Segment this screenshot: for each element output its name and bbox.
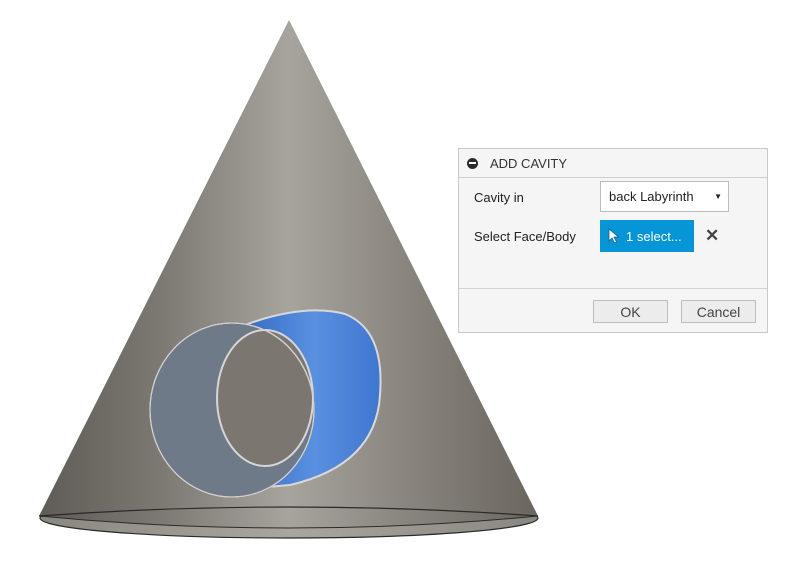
dialog-header[interactable]: ADD CAVITY [459, 149, 767, 178]
cavity-in-dropdown[interactable]: back Labyrinth ▼ [600, 181, 729, 212]
chevron-down-icon: ▼ [714, 192, 722, 201]
cavity-in-value: back Labyrinth [609, 189, 694, 204]
collapse-icon[interactable] [467, 157, 478, 169]
select-face-row: Select Face/Body 1 select... ✕ [459, 220, 767, 252]
close-icon[interactable]: ✕ [705, 226, 719, 246]
ok-button[interactable]: OK [593, 300, 668, 323]
cancel-button[interactable]: Cancel [681, 300, 756, 323]
selection-count: 1 select... [626, 228, 682, 244]
selection-button[interactable]: 1 select... [600, 220, 694, 252]
cavity-in-row: Cavity in back Labyrinth ▼ [459, 181, 767, 213]
dialog-title: ADD CAVITY [490, 155, 568, 171]
cursor-arrow-icon [608, 228, 620, 244]
add-cavity-dialog: ADD CAVITY Cavity in back Labyrinth ▼ Se… [458, 148, 768, 333]
cavity-in-label: Cavity in [474, 189, 524, 205]
dialog-footer: OK Cancel [459, 288, 767, 332]
select-face-label: Select Face/Body [474, 228, 576, 244]
